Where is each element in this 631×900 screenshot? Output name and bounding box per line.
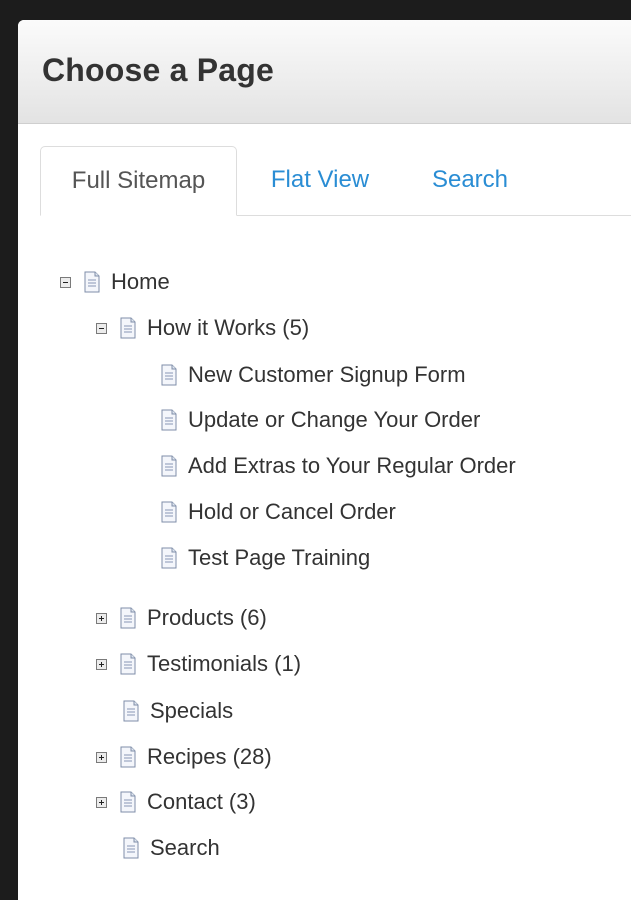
tree-item-recipes[interactable]: Recipes (28) (96, 742, 272, 772)
tree-item-contact[interactable]: Contact (3) (96, 787, 256, 817)
dialog-title: Choose a Page (42, 52, 275, 88)
document-page-icon (119, 653, 137, 675)
tree-item-label: New Customer Signup Form (188, 362, 466, 387)
document-page-icon (119, 607, 137, 629)
tab-flat-view[interactable]: Flat View (250, 146, 390, 216)
document-page-icon (160, 547, 178, 569)
document-page-icon (160, 455, 178, 477)
tree-item-testimonials[interactable]: Testimonials (1) (96, 649, 301, 679)
dialog-header: Choose a Page (18, 20, 631, 124)
tree-item-how-it-works[interactable]: How it Works (5) (96, 313, 309, 343)
document-page-icon (160, 364, 178, 386)
plus-box-icon[interactable] (96, 751, 107, 763)
tab-full-sitemap[interactable]: Full Sitemap (40, 146, 237, 216)
plus-box-icon[interactable] (96, 796, 107, 808)
plus-box-icon[interactable] (96, 658, 107, 670)
document-page-icon (83, 271, 101, 293)
tree-item-add-extras-to-your-regular-order[interactable]: Add Extras to Your Regular Order (160, 451, 516, 481)
tree-item-test-page-training[interactable]: Test Page Training (160, 543, 370, 573)
document-page-icon (119, 791, 137, 813)
tree-item-label: Update or Change Your Order (188, 407, 481, 432)
tree-item-label: Products (6) (147, 605, 267, 630)
tree-item-new-customer-signup-form[interactable]: New Customer Signup Form (160, 360, 466, 390)
tree-item-label: Search (150, 835, 220, 860)
tree-item-products[interactable]: Products (6) (96, 603, 267, 633)
tree-item-label: Recipes (28) (147, 744, 272, 769)
document-page-icon (119, 317, 137, 339)
document-page-icon (119, 746, 137, 768)
tree-item-hold-or-cancel-order[interactable]: Hold or Cancel Order (160, 497, 396, 527)
tree-item-label: Specials (150, 698, 234, 723)
document-page-icon (122, 837, 140, 859)
plus-box-icon[interactable] (96, 612, 107, 624)
tab-search[interactable]: Search (410, 146, 530, 216)
tree-item-home[interactable]: Home (60, 267, 170, 297)
document-page-icon (160, 409, 178, 431)
document-page-icon (160, 501, 178, 523)
tree-item-label: Testimonials (1) (147, 651, 302, 676)
tree-item-label: How it Works (5) (147, 315, 310, 340)
tree-item-specials[interactable]: Specials (122, 696, 233, 726)
tree-item-label: Home (111, 269, 170, 294)
tree-item-search[interactable]: Search (122, 833, 220, 863)
document-page-icon (122, 700, 140, 722)
minus-box-icon[interactable] (60, 276, 71, 288)
tree-item-label: Test Page Training (188, 545, 371, 570)
tree-item-label: Contact (3) (147, 789, 256, 814)
choose-page-dialog: Choose a Page Full Sitemap Flat View Sea… (18, 20, 631, 900)
tree-item-update-or-change-your-order[interactable]: Update or Change Your Order (160, 405, 480, 435)
minus-box-icon[interactable] (96, 322, 107, 334)
tree-item-label: Hold or Cancel Order (188, 499, 396, 524)
tree-item-label: Add Extras to Your Regular Order (188, 453, 516, 478)
